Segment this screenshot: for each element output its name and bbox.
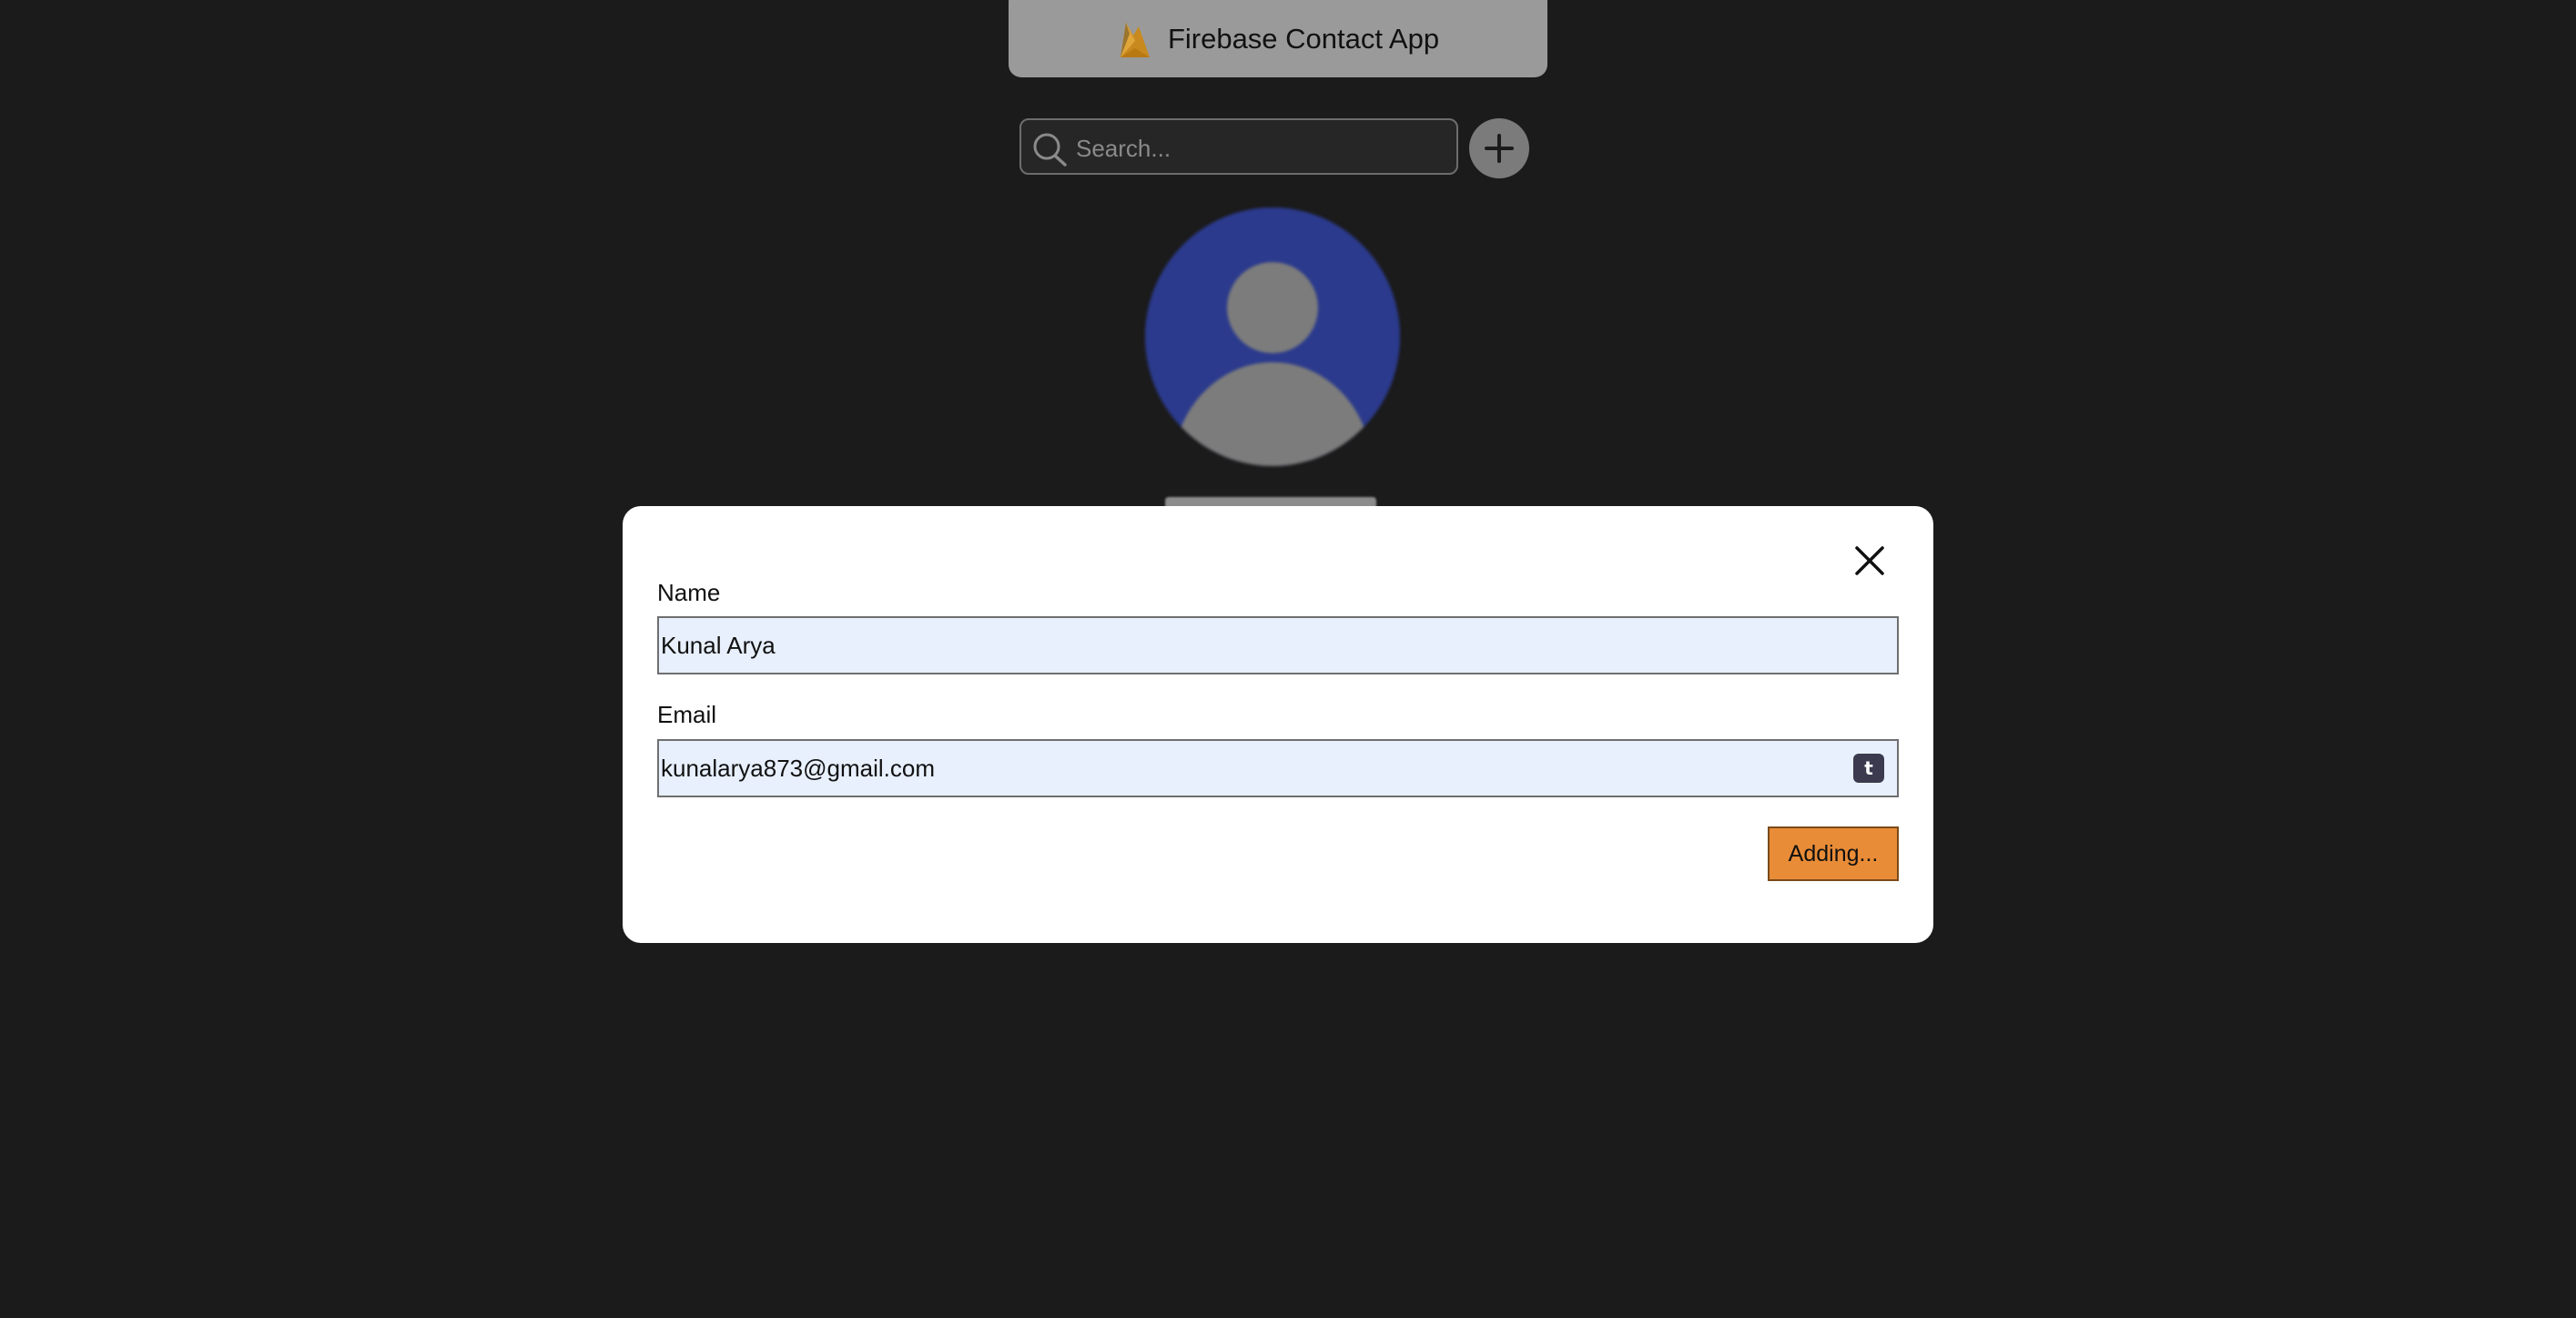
add-contact-modal: Name Email t Adding... xyxy=(623,506,1933,943)
search-input[interactable] xyxy=(1074,127,1451,169)
autofill-extension-icon[interactable]: t xyxy=(1853,754,1884,783)
email-label: Email xyxy=(657,701,717,728)
email-field[interactable] xyxy=(657,739,1899,797)
navbar: Firebase Contact App xyxy=(1009,0,1547,77)
avatar-person-icon xyxy=(1145,208,1400,466)
app-title: Firebase Contact App xyxy=(1167,22,1440,55)
search-row xyxy=(1019,118,1531,178)
search-icon xyxy=(1033,133,1067,167)
plus-icon xyxy=(1485,134,1514,163)
close-button[interactable] xyxy=(1851,542,1888,579)
firebase-logo-icon xyxy=(1120,22,1150,57)
add-contact-button[interactable] xyxy=(1469,118,1529,178)
name-field[interactable] xyxy=(657,616,1899,674)
avatar xyxy=(1145,208,1400,466)
submit-button[interactable]: Adding... xyxy=(1768,826,1899,881)
search-box xyxy=(1019,118,1458,175)
close-icon xyxy=(1855,546,1884,575)
name-label: Name xyxy=(657,579,721,606)
app-root: Firebase Contact App Search... Name Kuna… xyxy=(0,0,2576,1318)
